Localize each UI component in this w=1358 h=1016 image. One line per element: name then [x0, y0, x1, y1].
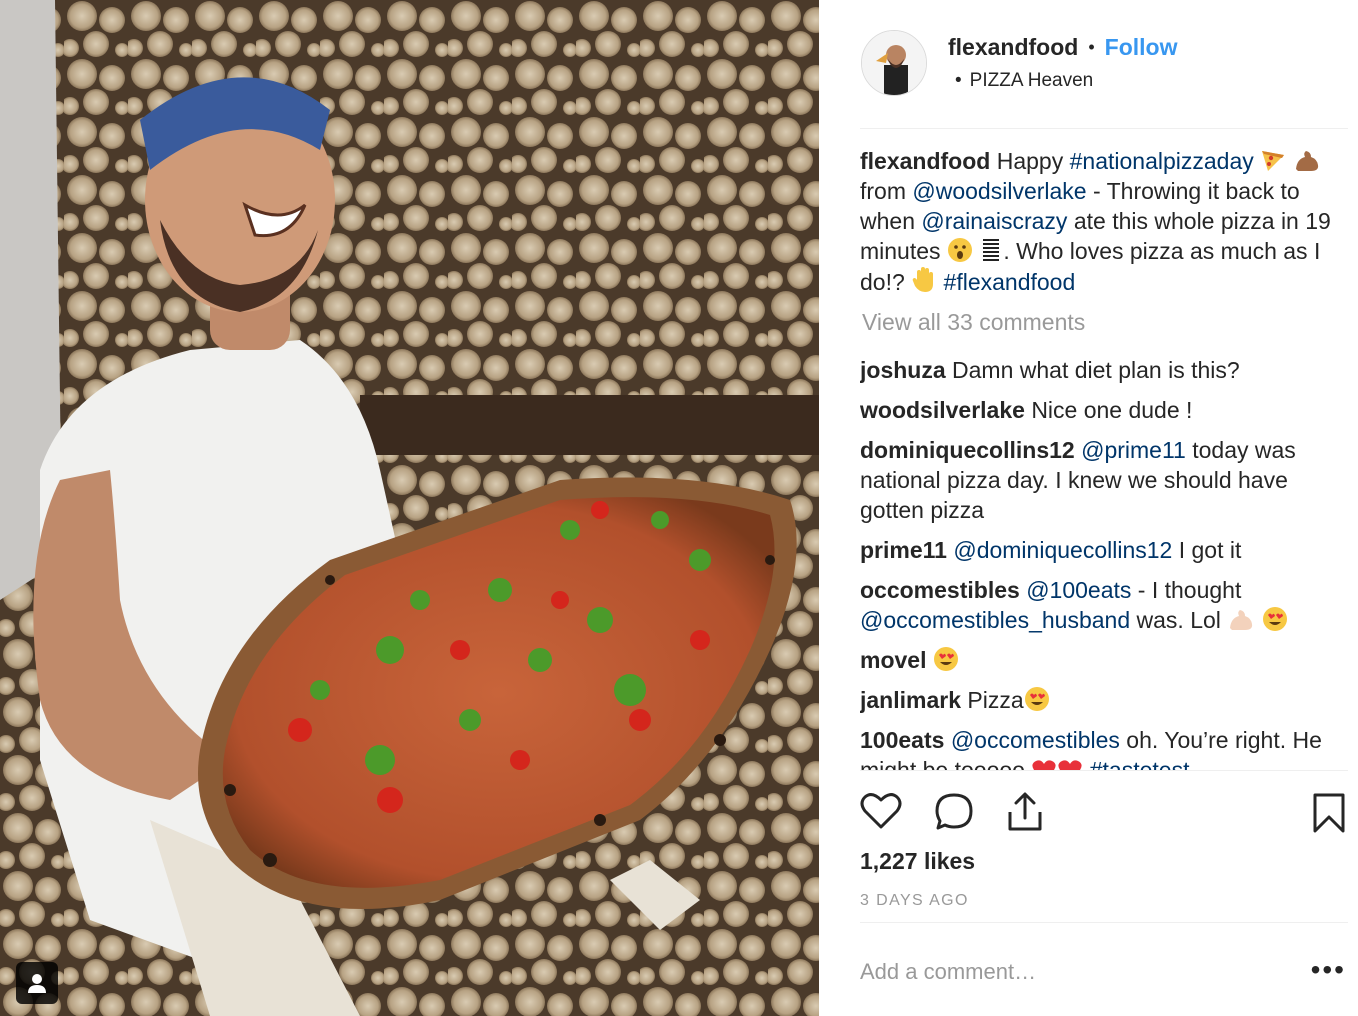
divider: [860, 770, 1348, 771]
comment-username[interactable]: joshuza: [860, 357, 946, 383]
avatar[interactable]: [861, 30, 927, 96]
post-photo[interactable]: [0, 0, 819, 1016]
location[interactable]: • PIZZA Heaven: [955, 70, 1093, 92]
mention-link[interactable]: @rainaiscrazy: [921, 208, 1067, 234]
mention-link[interactable]: @100eats: [1026, 577, 1131, 603]
heart-eyes-emoji-icon: [933, 647, 958, 671]
tag-person-icon[interactable]: [16, 962, 58, 1004]
post-header: flexandfood • Follow • PIZZA Heaven: [819, 0, 1358, 128]
astonished-face-icon: [947, 238, 972, 262]
post-username[interactable]: flexandfood: [948, 34, 1078, 61]
likes-count[interactable]: 1,227 likes: [860, 848, 975, 875]
mention-link[interactable]: @prime11: [1081, 437, 1186, 463]
view-all-comments-link[interactable]: View all 33 comments: [862, 307, 1348, 337]
comment-icon[interactable]: [934, 792, 974, 837]
comment-username[interactable]: woodsilverlake: [860, 397, 1025, 423]
flexed-biceps-icon: [1295, 151, 1318, 171]
comment-item: joshuza Damn what diet plan is this?: [860, 355, 1348, 385]
comment-text: Nice one dude !: [1031, 397, 1193, 423]
heart-eyes-emoji-icon: [1262, 607, 1287, 631]
comment-username[interactable]: prime11: [860, 537, 947, 563]
heart-eyes-emoji-icon: [1024, 687, 1049, 711]
comment-text: Damn what diet plan is this?: [952, 357, 1240, 383]
action-bar: [860, 784, 1348, 840]
caption-text: from: [860, 178, 913, 204]
post-side-panel: flexandfood • Follow • PIZZA Heaven flex…: [819, 0, 1358, 1016]
comment-text: was. Lol: [1130, 607, 1228, 633]
comment-item: prime11 @dominiquecollins12 I got it: [860, 535, 1348, 565]
comment-text: Pizza: [967, 687, 1024, 713]
location-bullet: •: [955, 70, 962, 91]
comment-item: 100eats @occomestibles oh. You’re right.…: [860, 725, 1348, 770]
red-heart-icon: [1058, 760, 1082, 770]
pizza-emoji-icon: [1262, 151, 1285, 171]
comment-item: woodsilverlake Nice one dude !: [860, 395, 1348, 425]
comment-username[interactable]: dominiquecollins12: [860, 437, 1075, 463]
comment-item: janlimark Pizza: [860, 685, 1348, 715]
bookmark-icon[interactable]: [1312, 792, 1346, 839]
follow-button[interactable]: Follow: [1105, 34, 1178, 61]
comment-username[interactable]: occomestibles: [860, 577, 1020, 603]
share-icon[interactable]: [1006, 792, 1044, 837]
mention-link[interactable]: @occomestibles: [951, 727, 1120, 753]
comment-text: I got it: [1172, 537, 1242, 563]
comments-list: flexandfood Happy #nationalpizzaday from…: [860, 146, 1348, 770]
mention-link[interactable]: @occomestibles_husband: [860, 607, 1130, 633]
caption-username[interactable]: flexandfood: [860, 148, 990, 174]
comment-item: occomestibles @100eats - I thought @occo…: [860, 575, 1348, 635]
comment-item: movel: [860, 645, 1348, 675]
comment-username[interactable]: 100eats: [860, 727, 944, 753]
comment-text: - I thought: [1131, 577, 1242, 603]
comment-username[interactable]: movel: [860, 647, 926, 673]
raised-hand-icon: [912, 267, 934, 292]
post-timestamp[interactable]: 3 DAYS AGO: [860, 892, 969, 910]
comment-item: dominiquecollins12 @prime11 today was na…: [860, 435, 1348, 525]
caption: flexandfood Happy #nationalpizzaday from…: [860, 146, 1348, 297]
red-heart-icon: [1032, 760, 1056, 770]
separator-dot: •: [1088, 37, 1095, 57]
hashtag-link[interactable]: #nationalpizzaday: [1070, 148, 1254, 174]
location-label[interactable]: PIZZA Heaven: [970, 70, 1094, 92]
add-comment-bar: •••: [860, 952, 1348, 992]
divider: [860, 922, 1348, 923]
mention-link[interactable]: @dominiquecollins12: [953, 537, 1172, 563]
divider: [860, 128, 1348, 129]
heart-icon[interactable]: [860, 792, 902, 835]
add-comment-input[interactable]: [860, 952, 1280, 992]
comment-username[interactable]: janlimark: [860, 687, 961, 713]
mention-link[interactable]: @woodsilverlake: [912, 178, 1086, 204]
stopwatch-icon: [983, 239, 1000, 261]
more-options-icon[interactable]: •••: [1311, 956, 1346, 984]
hashtag-link[interactable]: #flexandfood: [944, 269, 1076, 295]
hashtag-link[interactable]: #tastetest: [1090, 757, 1190, 770]
flexed-biceps-icon: [1230, 610, 1253, 630]
caption-text: Happy: [996, 148, 1070, 174]
